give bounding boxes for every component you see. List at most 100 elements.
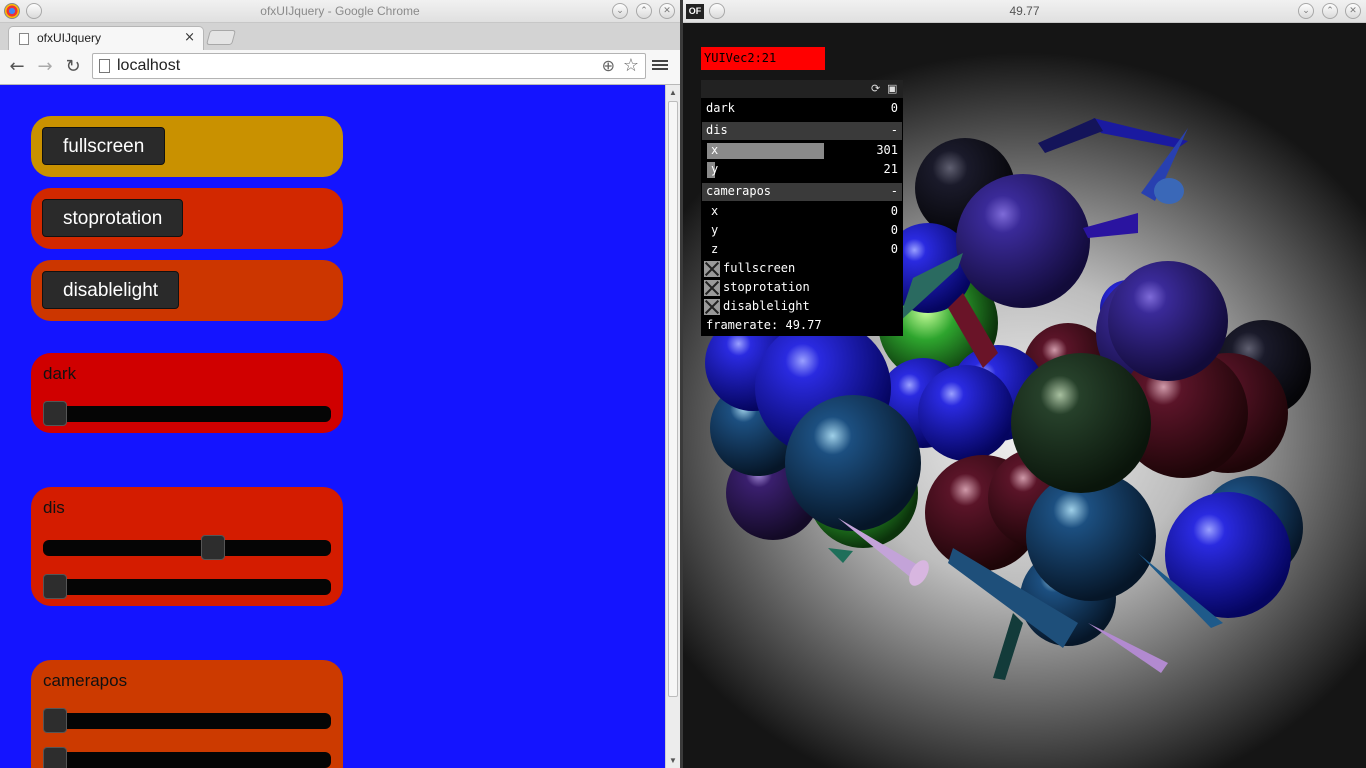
gui-dis-y-value: 21 xyxy=(883,162,898,176)
dis-y-slider-handle[interactable] xyxy=(43,574,67,599)
gui-dark-slider[interactable]: dark 0 xyxy=(702,100,902,118)
gui-dis-x-slider[interactable]: x 301 xyxy=(707,142,902,160)
gui-dis-group[interactable]: dis - xyxy=(702,122,902,140)
page-scrollbar[interactable]: ▲ ▼ xyxy=(665,85,680,768)
cone-shape xyxy=(993,613,1023,680)
maximize-button[interactable]: ⌃ xyxy=(1322,3,1338,19)
gui-camerapos-label: camerapos xyxy=(706,184,772,198)
chrome-titlebar: ofxUIJquery - Google Chrome ⌄ ⌃ ✕ xyxy=(0,0,680,23)
gui-dis-y-label: y xyxy=(711,162,719,176)
gui-camerapos-x-slider[interactable]: x 0 xyxy=(707,203,902,221)
new-tab-button[interactable] xyxy=(205,30,237,45)
checkbox-icon[interactable] xyxy=(704,261,720,277)
scrollbar-thumb[interactable] xyxy=(668,101,678,697)
disablelight-card: disablelight xyxy=(31,260,343,321)
camerapos-y-slider-handle[interactable] xyxy=(43,747,67,768)
maximize-button[interactable]: ⌃ xyxy=(636,3,652,19)
cone-shape xyxy=(1088,623,1168,673)
page-icon xyxy=(19,33,29,45)
gui-camerapos-group[interactable]: camerapos - xyxy=(702,183,902,201)
gui-dark-label: dark xyxy=(706,101,735,115)
window-title: ofxUIJquery - Google Chrome xyxy=(260,4,420,18)
gui-stoprotation-toggle[interactable]: stoprotation xyxy=(702,279,902,297)
scroll-down-icon[interactable]: ▼ xyxy=(669,756,677,765)
cone-shape xyxy=(1093,118,1188,148)
checkbox-icon[interactable] xyxy=(704,299,720,315)
scroll-up-icon[interactable]: ▲ xyxy=(669,88,677,97)
chrome-menu-icon[interactable] xyxy=(652,58,668,74)
gui-disablelight-toggle[interactable]: disablelight xyxy=(702,298,902,316)
dis-x-slider-track[interactable] xyxy=(43,535,331,560)
of-titlebar: 49.77 ⌄ ⌃ ✕ xyxy=(683,0,1366,23)
openframeworks-logo: OF xyxy=(686,4,704,19)
gui-dis-collapse-icon[interactable]: - xyxy=(891,123,898,137)
gui-dis-x-fill xyxy=(707,143,824,159)
url-text[interactable]: localhost xyxy=(117,57,180,75)
camerapos-y-slider-track[interactable] xyxy=(43,747,331,768)
gui-camerapos-y-slider[interactable]: y 0 xyxy=(707,222,902,240)
sphere-shape xyxy=(1011,353,1151,493)
dark-slider-handle[interactable] xyxy=(43,401,67,426)
fullscreen-card: fullscreen xyxy=(31,116,343,177)
gui-camerapos-z-label: z xyxy=(711,242,719,256)
gui-dis-y-slider[interactable]: y 21 xyxy=(707,161,902,179)
back-icon[interactable]: ← xyxy=(6,57,28,79)
dis-slider-card: dis xyxy=(31,487,343,606)
gui-fullscreen-toggle[interactable]: fullscreen xyxy=(702,260,902,278)
minimize-button[interactable]: ⌄ xyxy=(612,3,628,19)
minimize-button[interactable]: ⌄ xyxy=(1298,3,1314,19)
page-icon xyxy=(99,59,110,73)
sphere-shape xyxy=(956,174,1090,308)
sphere-shape xyxy=(785,395,921,531)
bookmark-star-icon[interactable]: ☆ xyxy=(623,55,639,76)
camerapos-x-slider-track[interactable] xyxy=(43,708,331,733)
gui-framerate-label: framerate: 49.77 xyxy=(702,317,902,335)
tab-ofxuijquery[interactable]: ofxUIJquery × xyxy=(8,26,204,50)
reload-icon[interactable]: ↻ xyxy=(62,57,84,79)
gui-camerapos-x-label: x xyxy=(711,204,719,218)
gui-camerapos-y-label: y xyxy=(711,223,719,237)
cone-shape xyxy=(1083,213,1138,238)
camerapos-x-slider-handle[interactable] xyxy=(43,708,67,733)
dark-slider-card: dark xyxy=(31,353,343,433)
cone-shape xyxy=(828,548,853,563)
dark-slider-title: dark xyxy=(43,364,77,383)
gui-camerapos-collapse-icon[interactable]: - xyxy=(891,184,898,198)
tab-label: ofxUIJquery xyxy=(37,31,102,45)
gui-camerapos-y-value: 0 xyxy=(890,223,898,237)
gui-dis-x-value: 301 xyxy=(876,143,898,157)
forward-icon[interactable]: → xyxy=(34,57,56,79)
gui-dis-x-label: x xyxy=(711,143,719,157)
stoprotation-card: stoprotation xyxy=(31,188,343,249)
tab-close-icon[interactable]: × xyxy=(184,30,195,45)
gui-camerapos-z-value: 0 xyxy=(890,242,898,256)
gui-disablelight-label: disablelight xyxy=(723,299,810,313)
fullscreen-button[interactable]: fullscreen xyxy=(42,127,166,165)
ofxui-panel-header[interactable]: ⟳ ▣ xyxy=(701,80,903,98)
gui-fullscreen-label: fullscreen xyxy=(723,261,796,275)
gui-dis-label: dis xyxy=(706,123,728,137)
camerapos-slider-card: camerapos xyxy=(31,660,343,768)
zoom-icon[interactable]: ⊕ xyxy=(602,56,615,75)
address-bar[interactable]: localhost ⊕ ☆ xyxy=(92,53,646,79)
sphere-shape xyxy=(918,365,1014,461)
disablelight-button[interactable]: disablelight xyxy=(42,271,180,309)
dis-x-slider-handle[interactable] xyxy=(201,535,225,560)
camerapos-slider-title: camerapos xyxy=(43,671,128,690)
refresh-icon[interactable]: ⟳ xyxy=(871,82,880,95)
gui-stoprotation-label: stoprotation xyxy=(723,280,810,294)
close-button[interactable]: ✕ xyxy=(659,3,675,19)
stoprotation-button[interactable]: stoprotation xyxy=(42,199,184,237)
close-button[interactable]: ✕ xyxy=(1345,3,1361,19)
cone-shape xyxy=(1038,118,1103,153)
save-icon[interactable]: ▣ xyxy=(887,82,897,95)
ofxui-panel[interactable]: ⟳ ▣ dark 0 dis - x 301 y 21 camerapos - … xyxy=(701,80,903,336)
yuivec2-message: YUIVec2:21 xyxy=(701,47,825,70)
dis-slider-title: dis xyxy=(43,498,65,517)
sphere-shape xyxy=(1108,261,1228,381)
dis-y-slider-track[interactable] xyxy=(43,574,331,599)
checkbox-icon[interactable] xyxy=(704,280,720,296)
gui-camerapos-z-slider[interactable]: z 0 xyxy=(707,241,902,259)
dark-slider-track[interactable] xyxy=(43,401,331,426)
cone-base-shape xyxy=(1154,178,1184,204)
